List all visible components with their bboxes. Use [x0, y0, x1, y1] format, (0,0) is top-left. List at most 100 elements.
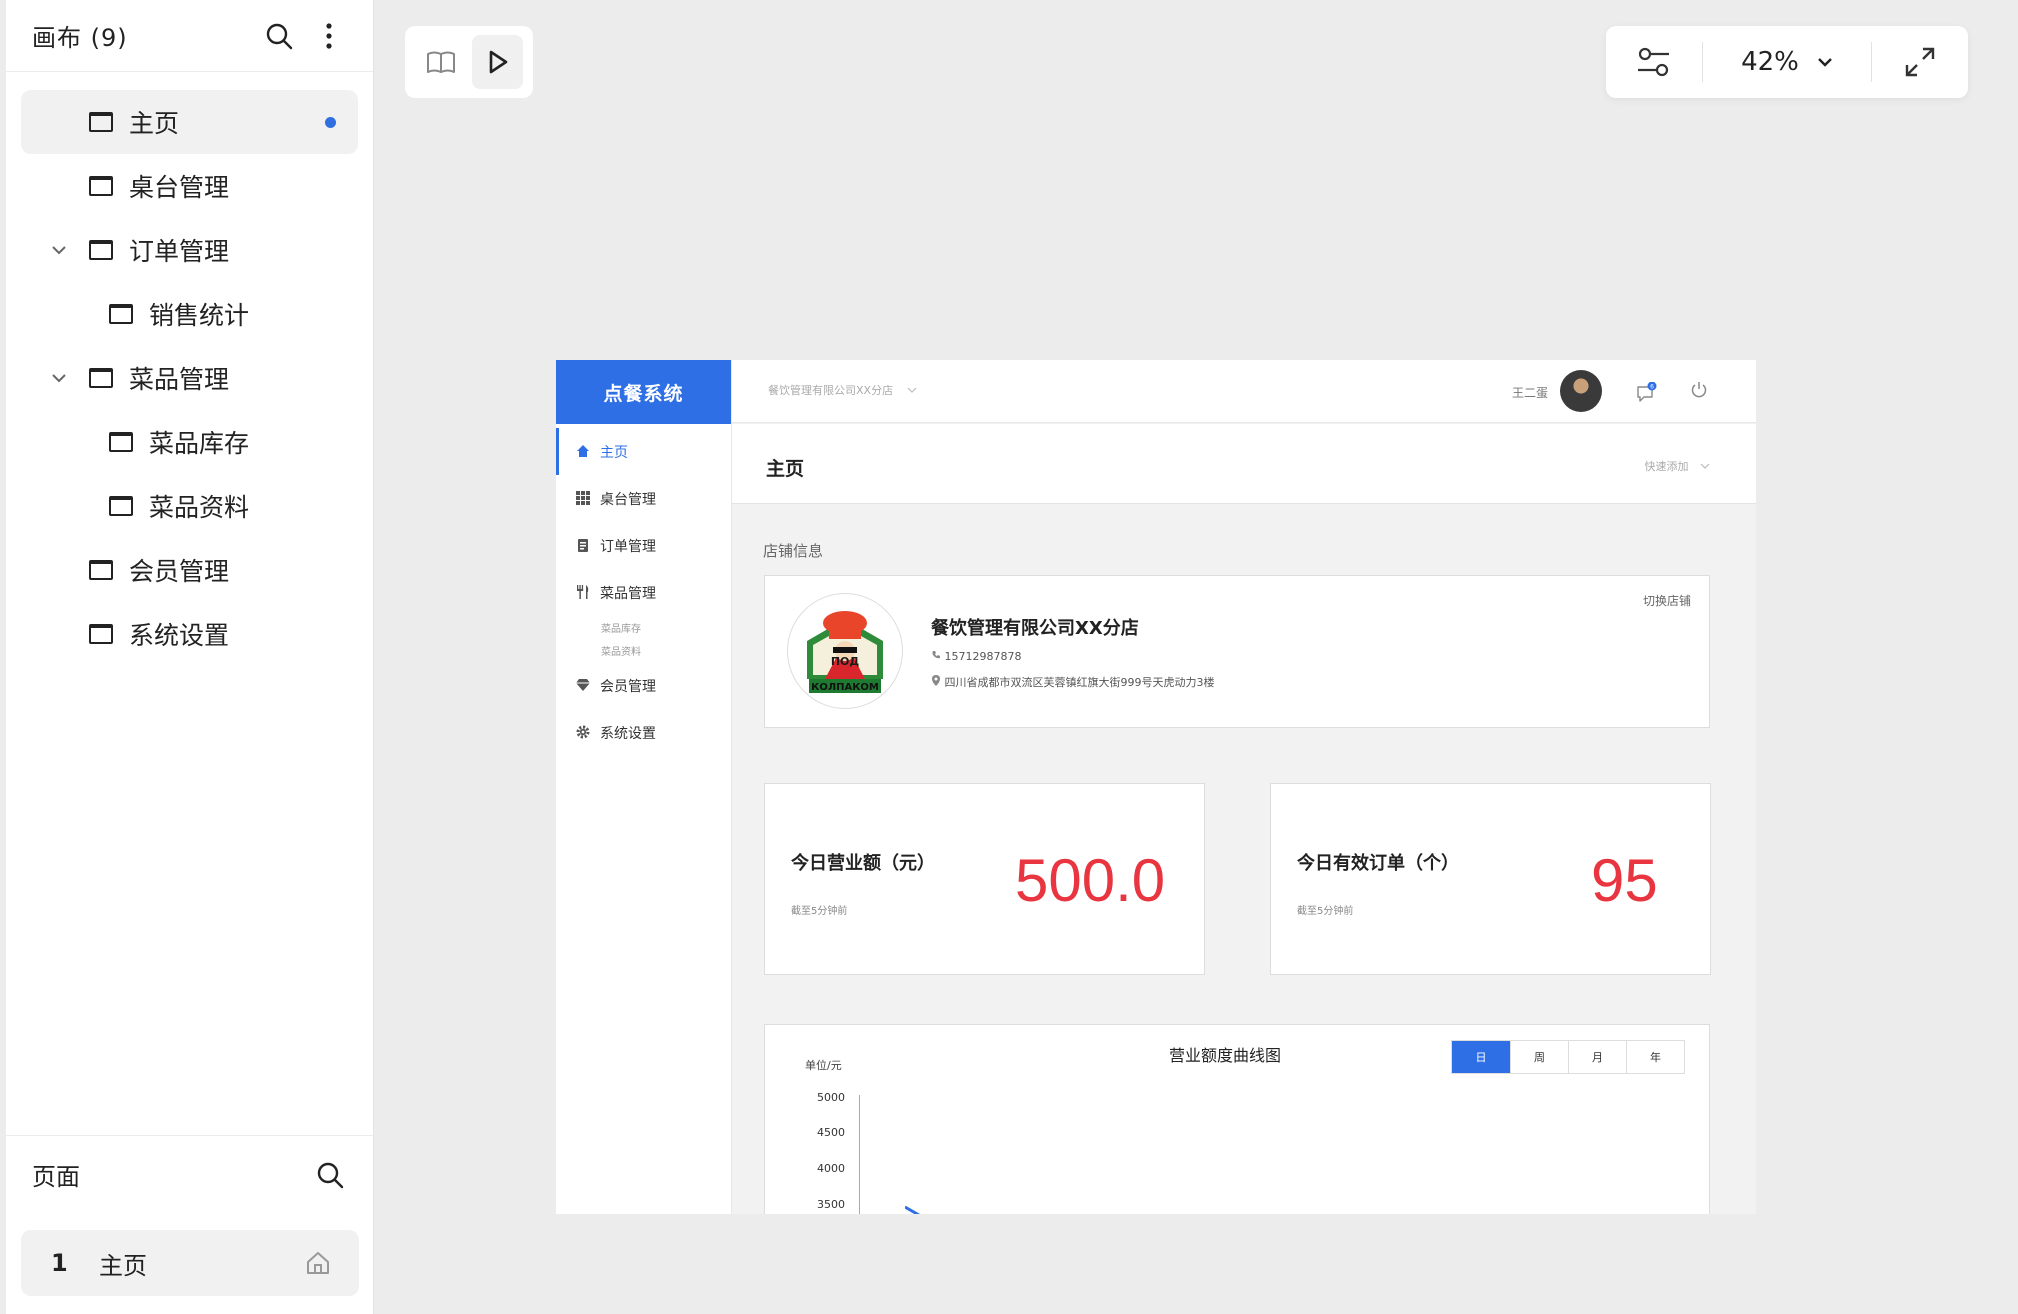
- play-icon[interactable]: [472, 35, 523, 89]
- nav-label: 菜品管理: [600, 585, 656, 602]
- tree-item-label: 菜品库存: [149, 429, 250, 458]
- stat-card-orders: 今日有效订单（个） 截至5分钟前 95: [1270, 783, 1711, 975]
- view-toolbar: [405, 26, 533, 98]
- sidebar-header: 画布 (9): [6, 0, 373, 72]
- chart-unit: 单位/元: [805, 1059, 842, 1072]
- range-day-button[interactable]: 日: [1452, 1041, 1510, 1073]
- zoom-select[interactable]: 42%: [1703, 47, 1871, 77]
- canvas-sidebar: 画布 (9) 主页 桌台管理 订单管理 销售统计 菜品管理 菜品库存 菜品资料 …: [6, 0, 374, 1314]
- tree-item-settings[interactable]: 系统设置: [21, 602, 358, 666]
- page-number: 1: [51, 1249, 68, 1277]
- store-name: 餐饮管理有限公司XX分店: [931, 618, 1139, 639]
- tree-item-home[interactable]: 主页: [21, 90, 358, 154]
- tree-item-label: 主页: [129, 109, 180, 138]
- svg-text:КОЛПАКОМ: КОЛПАКОМ: [811, 682, 879, 693]
- message-badge: 6: [1650, 383, 1654, 390]
- nav-sub-item[interactable]: 菜品资料: [556, 639, 731, 662]
- tree-item-label: 会员管理: [129, 557, 230, 586]
- page-title-bar: 主页 快速添加: [732, 424, 1756, 504]
- svg-text:ПОД: ПОД: [831, 655, 860, 668]
- quick-add-label: 快速添加: [1644, 460, 1689, 473]
- nav-item-tables[interactable]: 桌台管理: [556, 475, 731, 522]
- range-week-button[interactable]: 周: [1510, 1041, 1568, 1073]
- page-icon: [89, 240, 113, 260]
- page-icon: [89, 368, 113, 388]
- store-select[interactable]: 餐饮管理有限公司XX分店: [768, 382, 917, 398]
- page-icon: [89, 176, 113, 196]
- chevron-down-icon: [1700, 463, 1710, 469]
- chevron-down-icon[interactable]: [49, 240, 69, 260]
- book-icon[interactable]: [415, 35, 466, 89]
- range-month-button[interactable]: 月: [1568, 1041, 1626, 1073]
- app-sidebar: 点餐系统 主页 桌台管理 订单管理 菜品管理 菜品库存 菜品资料 会员管理 系统…: [556, 360, 732, 1214]
- y-tick-label: 3500: [817, 1198, 845, 1211]
- tree-item-dish-info[interactable]: 菜品资料: [21, 474, 358, 538]
- nav-item-home[interactable]: 主页: [556, 428, 731, 475]
- zoom-toolbar: 42%: [1606, 26, 1968, 98]
- pages-search-icon[interactable]: [312, 1157, 348, 1193]
- chevron-down-icon[interactable]: [49, 368, 69, 388]
- store-address-value: 四川省成都市双流区芙蓉镇红旗大街999号天虎动力3楼: [944, 676, 1215, 689]
- quick-add-dropdown[interactable]: 快速添加: [1645, 458, 1711, 474]
- page-icon: [89, 112, 113, 132]
- artboard-home[interactable]: 点餐系统 主页 桌台管理 订单管理 菜品管理 菜品库存 菜品资料 会员管理 系统…: [556, 360, 1756, 1214]
- nav-label: 会员管理: [600, 678, 656, 695]
- nav-item-dishes[interactable]: 菜品管理: [556, 569, 731, 616]
- switch-store-link[interactable]: 切换店铺: [1643, 592, 1691, 609]
- page-icon: [89, 624, 113, 644]
- page-icon: [109, 432, 133, 452]
- tree-item-dish-stock[interactable]: 菜品库存: [21, 410, 358, 474]
- stat-label: 今日营业额（元）: [791, 853, 935, 874]
- chevron-down-icon: [1818, 58, 1832, 67]
- tree-item-members[interactable]: 会员管理: [21, 538, 358, 602]
- more-vertical-icon[interactable]: [311, 18, 347, 54]
- fork-knife-icon: [577, 585, 589, 599]
- page-name: 主页: [99, 1251, 147, 1280]
- nav-item-settings[interactable]: 系统设置: [556, 709, 731, 756]
- nav-item-orders[interactable]: 订单管理: [556, 522, 731, 569]
- stat-note: 截至5分钟前: [791, 906, 848, 917]
- sliders-icon[interactable]: [1606, 45, 1702, 79]
- clipboard-icon: [578, 539, 588, 552]
- nav-item-members[interactable]: 会员管理: [556, 662, 731, 709]
- tree-item-sales[interactable]: 销售统计: [21, 282, 358, 346]
- fullscreen-icon[interactable]: [1872, 45, 1968, 79]
- home-icon[interactable]: [305, 1250, 331, 1282]
- tree-item-label: 菜品资料: [149, 493, 250, 522]
- gear-icon: [576, 725, 590, 739]
- app-header: 餐饮管理有限公司XX分店 王二蛋 6: [732, 360, 1756, 423]
- tree-item-label: 销售统计: [149, 301, 250, 330]
- power-icon[interactable]: [1690, 381, 1708, 403]
- page-row[interactable]: 1 主页: [21, 1230, 359, 1296]
- y-axis: [859, 1095, 860, 1214]
- stat-note: 截至5分钟前: [1297, 906, 1354, 917]
- page-icon: [109, 304, 133, 324]
- avatar[interactable]: [1560, 370, 1602, 412]
- stat-label: 今日有效订单（个）: [1297, 853, 1459, 874]
- store-select-value: 餐饮管理有限公司XX分店: [768, 384, 894, 397]
- tree-item-label: 订单管理: [129, 237, 230, 266]
- range-year-button[interactable]: 年: [1626, 1041, 1684, 1073]
- page-icon: [109, 496, 133, 516]
- range-selector: 日 周 月 年: [1451, 1040, 1685, 1074]
- store-phone-value: 15712987878: [944, 650, 1022, 663]
- tree-item-tables[interactable]: 桌台管理: [21, 154, 358, 218]
- message-icon[interactable]: 6: [1636, 381, 1658, 408]
- search-icon[interactable]: [261, 18, 297, 54]
- user-name[interactable]: 王二蛋: [1512, 384, 1548, 401]
- tree-item-label: 系统设置: [129, 621, 230, 650]
- pages-title: 页面: [32, 1163, 80, 1191]
- tree-item-label: 桌台管理: [129, 173, 230, 202]
- tree-item-dishes[interactable]: 菜品管理: [21, 346, 358, 410]
- store-phone: 15712987878: [931, 650, 1021, 663]
- tree-item-orders[interactable]: 订单管理: [21, 218, 358, 282]
- page-title: 主页: [766, 458, 805, 480]
- nav-sub-item[interactable]: 菜品库存: [556, 616, 731, 639]
- canvas-tree: 主页 桌台管理 订单管理 销售统计 菜品管理 菜品库存 菜品资料 会员管理 系统…: [6, 72, 373, 666]
- phone-icon: [932, 651, 940, 659]
- app-brand: 点餐系统: [556, 360, 731, 424]
- revenue-chart-card: 营业额度曲线图 单位/元 日 周 月 年 5000 4500 4000 3500: [764, 1024, 1710, 1214]
- nav-label: 系统设置: [600, 725, 656, 742]
- grid-icon: [576, 491, 590, 505]
- store-address: 四川省成都市双流区芙蓉镇红旗大街999号天虎动力3楼: [931, 674, 1215, 690]
